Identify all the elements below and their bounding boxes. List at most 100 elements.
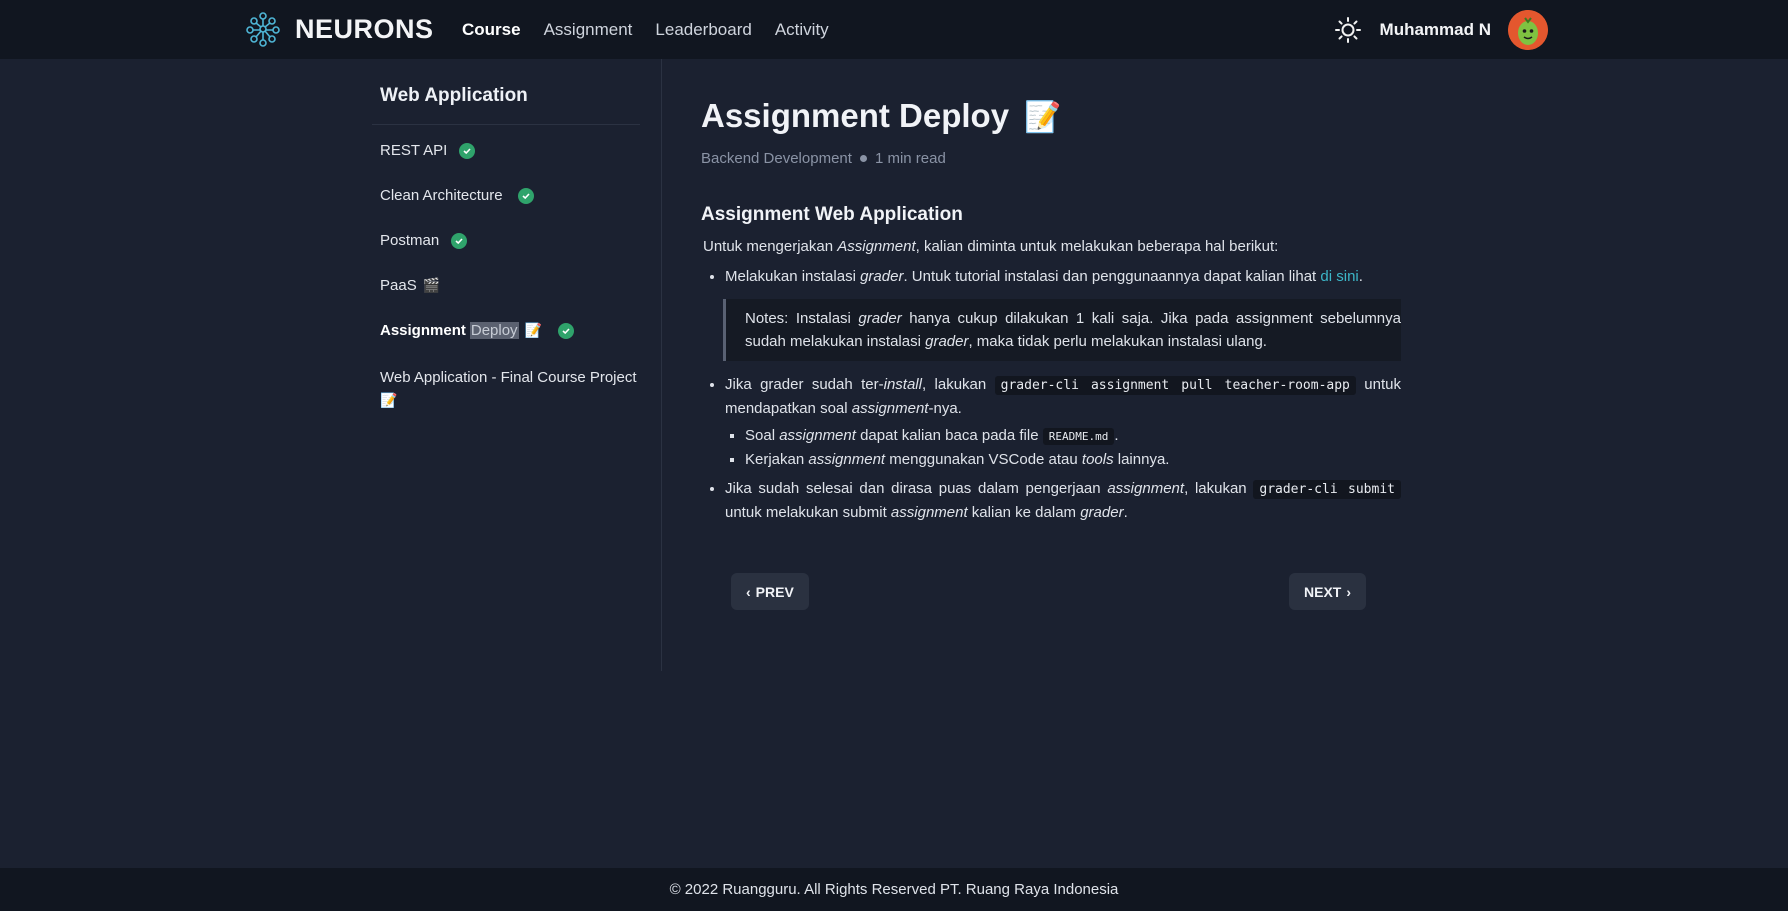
- memo-icon: 📝: [1024, 101, 1062, 134]
- nav-leaderboard[interactable]: Leaderboard: [655, 20, 751, 40]
- brand-name: NEURONS: [295, 13, 434, 44]
- section-title: Assignment Web Application: [701, 204, 963, 225]
- list-item: Kerjakan assignment menggunakan VSCode a…: [745, 448, 1401, 471]
- text: Soal: [745, 427, 780, 444]
- text: assignment: [851, 400, 929, 417]
- text: Assignment: [837, 238, 916, 255]
- text: .: [1358, 268, 1363, 285]
- text: assignment: [779, 427, 856, 444]
- chevron-right-icon: ›: [1346, 583, 1352, 600]
- tutorial-link[interactable]: di sini: [1320, 268, 1358, 285]
- text: grader: [860, 268, 904, 285]
- sidebar-divider: [372, 124, 640, 125]
- text: install: [883, 376, 922, 393]
- nav-assignment[interactable]: Assignment: [544, 20, 633, 40]
- text: Melakukan instalasi: [725, 268, 861, 285]
- clapper-icon: 🎬: [422, 277, 441, 293]
- text: Untuk mengerjakan: [703, 238, 838, 255]
- code-snippet: grader-cli assignment pull teacher-room-…: [994, 376, 1356, 395]
- text: .: [1114, 427, 1119, 444]
- brand[interactable]: NEURONS: [244, 10, 434, 48]
- text: assignment: [1107, 480, 1185, 497]
- text: lainnya.: [1113, 451, 1170, 468]
- sidebar-item-rest-api[interactable]: REST API: [380, 142, 476, 159]
- code-snippet: grader-cli submit: [1253, 480, 1401, 499]
- neurons-logo-icon: [246, 12, 280, 47]
- intro-paragraph: Untuk mengerjakan Assignment, kalian dim…: [703, 235, 1401, 258]
- sidebar-item-paas[interactable]: PaaS 🎬: [380, 277, 440, 294]
- memo-icon: 📝: [524, 322, 542, 338]
- text: . Untuk tutorial instalasi dan penggunaa…: [903, 268, 1321, 285]
- sidebar-item-label: PaaS: [380, 277, 417, 294]
- next-button[interactable]: NEXT ›: [1289, 573, 1367, 610]
- top-navbar: NEURONS Course Assignment Leaderboard Ac…: [0, 0, 1788, 59]
- text: grader: [858, 310, 902, 327]
- sun-icon[interactable]: [1334, 16, 1362, 44]
- sidebar-item-postman[interactable]: Postman: [380, 232, 468, 249]
- memo-icon: 📝: [380, 392, 398, 408]
- text: untuk melakukan submit: [725, 504, 891, 521]
- sidebar-item-final-project[interactable]: Web Application - Final Course Project 📝: [380, 367, 640, 412]
- nav-course[interactable]: Course: [462, 20, 521, 40]
- text: kalian ke dalam: [967, 504, 1081, 521]
- list-item: Melakukan instalasi grader. Untuk tutori…: [723, 265, 1401, 361]
- page-title-text: Assignment Deploy: [701, 97, 1010, 134]
- text: dapat kalian baca pada file: [855, 427, 1043, 444]
- read-time: 1 min read: [874, 150, 946, 167]
- avatar-icon: [1508, 9, 1548, 50]
- text: grader: [925, 333, 969, 350]
- text: grader: [1080, 504, 1124, 521]
- avatar[interactable]: [1508, 9, 1548, 50]
- text: Notes: Instalasi: [745, 310, 859, 327]
- article-body: Untuk mengerjakan Assignment, kalian dim…: [703, 235, 1401, 524]
- list-item: Jika sudah selesai dan dirasa puas dalam…: [725, 477, 1401, 524]
- text: assignment: [808, 451, 886, 468]
- text: .: [1123, 504, 1128, 521]
- main-nav: Course Assignment Leaderboard Activity: [462, 0, 829, 59]
- sidebar-item-label: Web Application - Final Course Project: [380, 369, 637, 386]
- check-icon: [451, 232, 468, 249]
- user-area: Muhammad N: [1334, 0, 1548, 59]
- user-name[interactable]: Muhammad N: [1380, 20, 1491, 40]
- text: assignment: [890, 504, 968, 521]
- check-icon: [459, 142, 476, 159]
- check-icon: [558, 322, 574, 339]
- text: Jika sudah selesai dan dirasa puas dalam…: [725, 480, 1108, 497]
- sidebar-item-highlight: Deploy: [469, 322, 519, 339]
- text: menggunakan VSCode atau: [885, 451, 1082, 468]
- nav-activity[interactable]: Activity: [775, 20, 829, 40]
- sidebar-item-label: Assignment: [380, 322, 466, 339]
- check-icon: [517, 187, 534, 204]
- text: , kalian diminta untuk melakukan beberap…: [915, 238, 1279, 255]
- text: Jika grader sudah ter-: [725, 376, 884, 393]
- course-sidebar: Web Application REST API Clean Architect…: [372, 59, 662, 671]
- sidebar-item-clean-architecture[interactable]: Clean Architecture: [380, 187, 534, 204]
- article-category: Backend Development: [701, 150, 852, 167]
- text: -nya.: [928, 400, 962, 417]
- sidebar-item-label: Clean Architecture: [380, 187, 503, 204]
- sidebar-item-assignment-deploy[interactable]: Assignment Deploy 📝: [380, 322, 574, 339]
- note-blockquote: Notes: Instalasi grader hanya cukup dila…: [723, 299, 1401, 361]
- prev-label: PREV: [755, 583, 794, 600]
- instruction-list: Melakukan instalasi grader. Untuk tutori…: [703, 265, 1401, 524]
- page-title: Assignment Deploy 📝: [701, 97, 1062, 135]
- text: Kerjakan: [745, 451, 809, 468]
- prev-button[interactable]: ‹ PREV: [731, 573, 809, 610]
- text: tools: [1081, 451, 1114, 468]
- text: , lakukan: [1184, 480, 1254, 497]
- code-snippet: README.md: [1042, 428, 1115, 445]
- text: , maka tidak perlu melakukan instalasi u…: [968, 333, 1267, 350]
- list-item: Jika grader sudah ter-install, lakukan g…: [725, 373, 1401, 471]
- chevron-left-icon: ‹: [746, 583, 751, 600]
- sub-list: Soal assignment dapat kalian baca pada f…: [725, 424, 1401, 471]
- separator-dot: [859, 155, 867, 162]
- footer: © 2022 Ruangguru. All Rights Reserved PT…: [0, 868, 1788, 911]
- next-label: NEXT: [1304, 583, 1342, 600]
- sidebar-title: Web Application: [380, 85, 528, 106]
- sidebar-item-label: REST API: [380, 142, 448, 159]
- text: , lakukan: [921, 376, 995, 393]
- copyright-text: © 2022 Ruangguru. All Rights Reserved PT…: [669, 881, 1119, 898]
- sidebar-item-label: Postman: [380, 232, 440, 249]
- list-item: Soal assignment dapat kalian baca pada f…: [745, 424, 1401, 448]
- article-meta: Backend Development 1 min read: [701, 150, 946, 167]
